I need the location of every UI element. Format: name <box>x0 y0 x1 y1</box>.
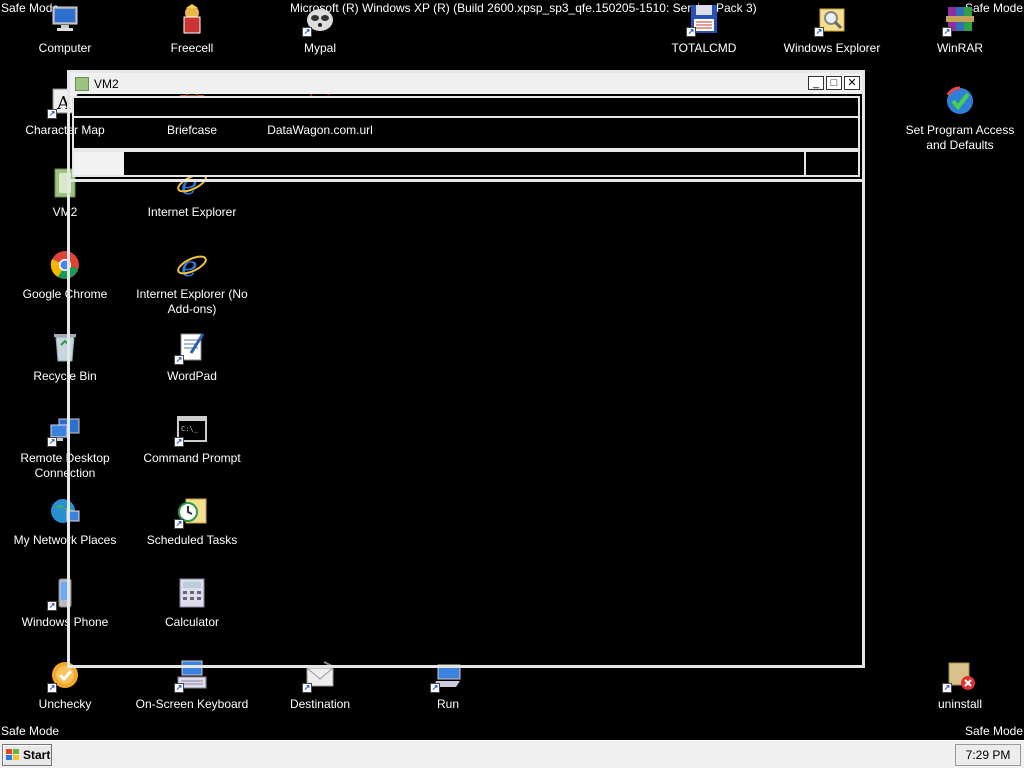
desktop-icon-label: Mypal <box>303 41 336 55</box>
address-input[interactable] <box>124 152 806 175</box>
vm2-window-icon <box>75 76 89 91</box>
computer-icon <box>49 3 81 35</box>
vm2-window[interactable]: VM2 _ □ ✕ <box>67 70 865 668</box>
window-title: VM2 <box>94 76 119 91</box>
freecell-icon <box>176 3 208 35</box>
desktop-icon-label: Run <box>436 697 459 711</box>
address-label-area <box>74 152 124 175</box>
desktop-icon-label: Computer <box>38 41 92 55</box>
safe-mode-label-bottom-right: Safe Mode <box>964 724 1023 738</box>
close-button[interactable]: ✕ <box>844 76 860 90</box>
window-toolbar[interactable] <box>72 117 860 150</box>
desktop-icon-label: Set Program Access and Defaults <box>905 123 1015 152</box>
windows-logo-icon <box>6 749 20 761</box>
desktop-icon-totalcmd[interactable]: ↗ TOTALCMD <box>639 3 769 56</box>
desktop-icon-windows-explorer[interactable]: ↗ Windows Explorer <box>767 3 897 56</box>
desktop-icon-computer[interactable]: Computer <box>0 3 130 56</box>
mypal-icon: ↗ <box>302 3 336 37</box>
safe-mode-label-bottom-left: Safe Mode <box>1 724 60 738</box>
uninstall-icon: ↗ <box>942 659 976 693</box>
floppy-disk-icon: ↗ <box>686 3 720 37</box>
program-access-icon <box>944 85 976 117</box>
desktop-icon-uninstall[interactable]: ↗ uninstall <box>895 659 1024 712</box>
system-clock[interactable]: 7:29 PM <box>955 744 1021 766</box>
desktop-icon-label: Unchecky <box>38 697 92 711</box>
taskbar: Start 7:29 PM <box>0 740 1024 768</box>
desktop-icon-label: Destination <box>289 697 351 711</box>
minimize-button[interactable]: _ <box>808 76 824 90</box>
desktop-icon-label: TOTALCMD <box>671 41 737 55</box>
desktop-icon-set-program-access[interactable]: Set Program Access and Defaults <box>895 85 1024 153</box>
desktop-icon-label: On-Screen Keyboard <box>135 697 249 711</box>
desktop-icon-label: Windows Explorer <box>783 41 881 55</box>
desktop-icon-mypal[interactable]: ↗ Mypal <box>255 3 385 56</box>
desktop-icon-label: uninstall <box>937 697 983 711</box>
desktop-icon-label: WinRAR <box>936 41 983 55</box>
folder-magnifier-icon: ↗ <box>814 3 848 37</box>
window-menu-bar[interactable] <box>72 96 860 118</box>
start-label: Start <box>23 748 51 762</box>
window-address-bar[interactable] <box>72 150 860 177</box>
desktop-icon-label: Freecell <box>170 41 214 55</box>
winrar-icon: ↗ <box>942 3 976 37</box>
window-controls: _ □ ✕ <box>808 76 860 90</box>
maximize-button[interactable]: □ <box>826 76 842 90</box>
window-titlebar[interactable]: VM2 _ □ ✕ <box>70 73 862 94</box>
desktop-icon-freecell[interactable]: Freecell <box>127 3 257 56</box>
start-button[interactable]: Start <box>2 744 52 766</box>
desktop-icon-winrar[interactable]: ↗ WinRAR <box>895 3 1024 56</box>
window-content-divider <box>70 179 862 182</box>
